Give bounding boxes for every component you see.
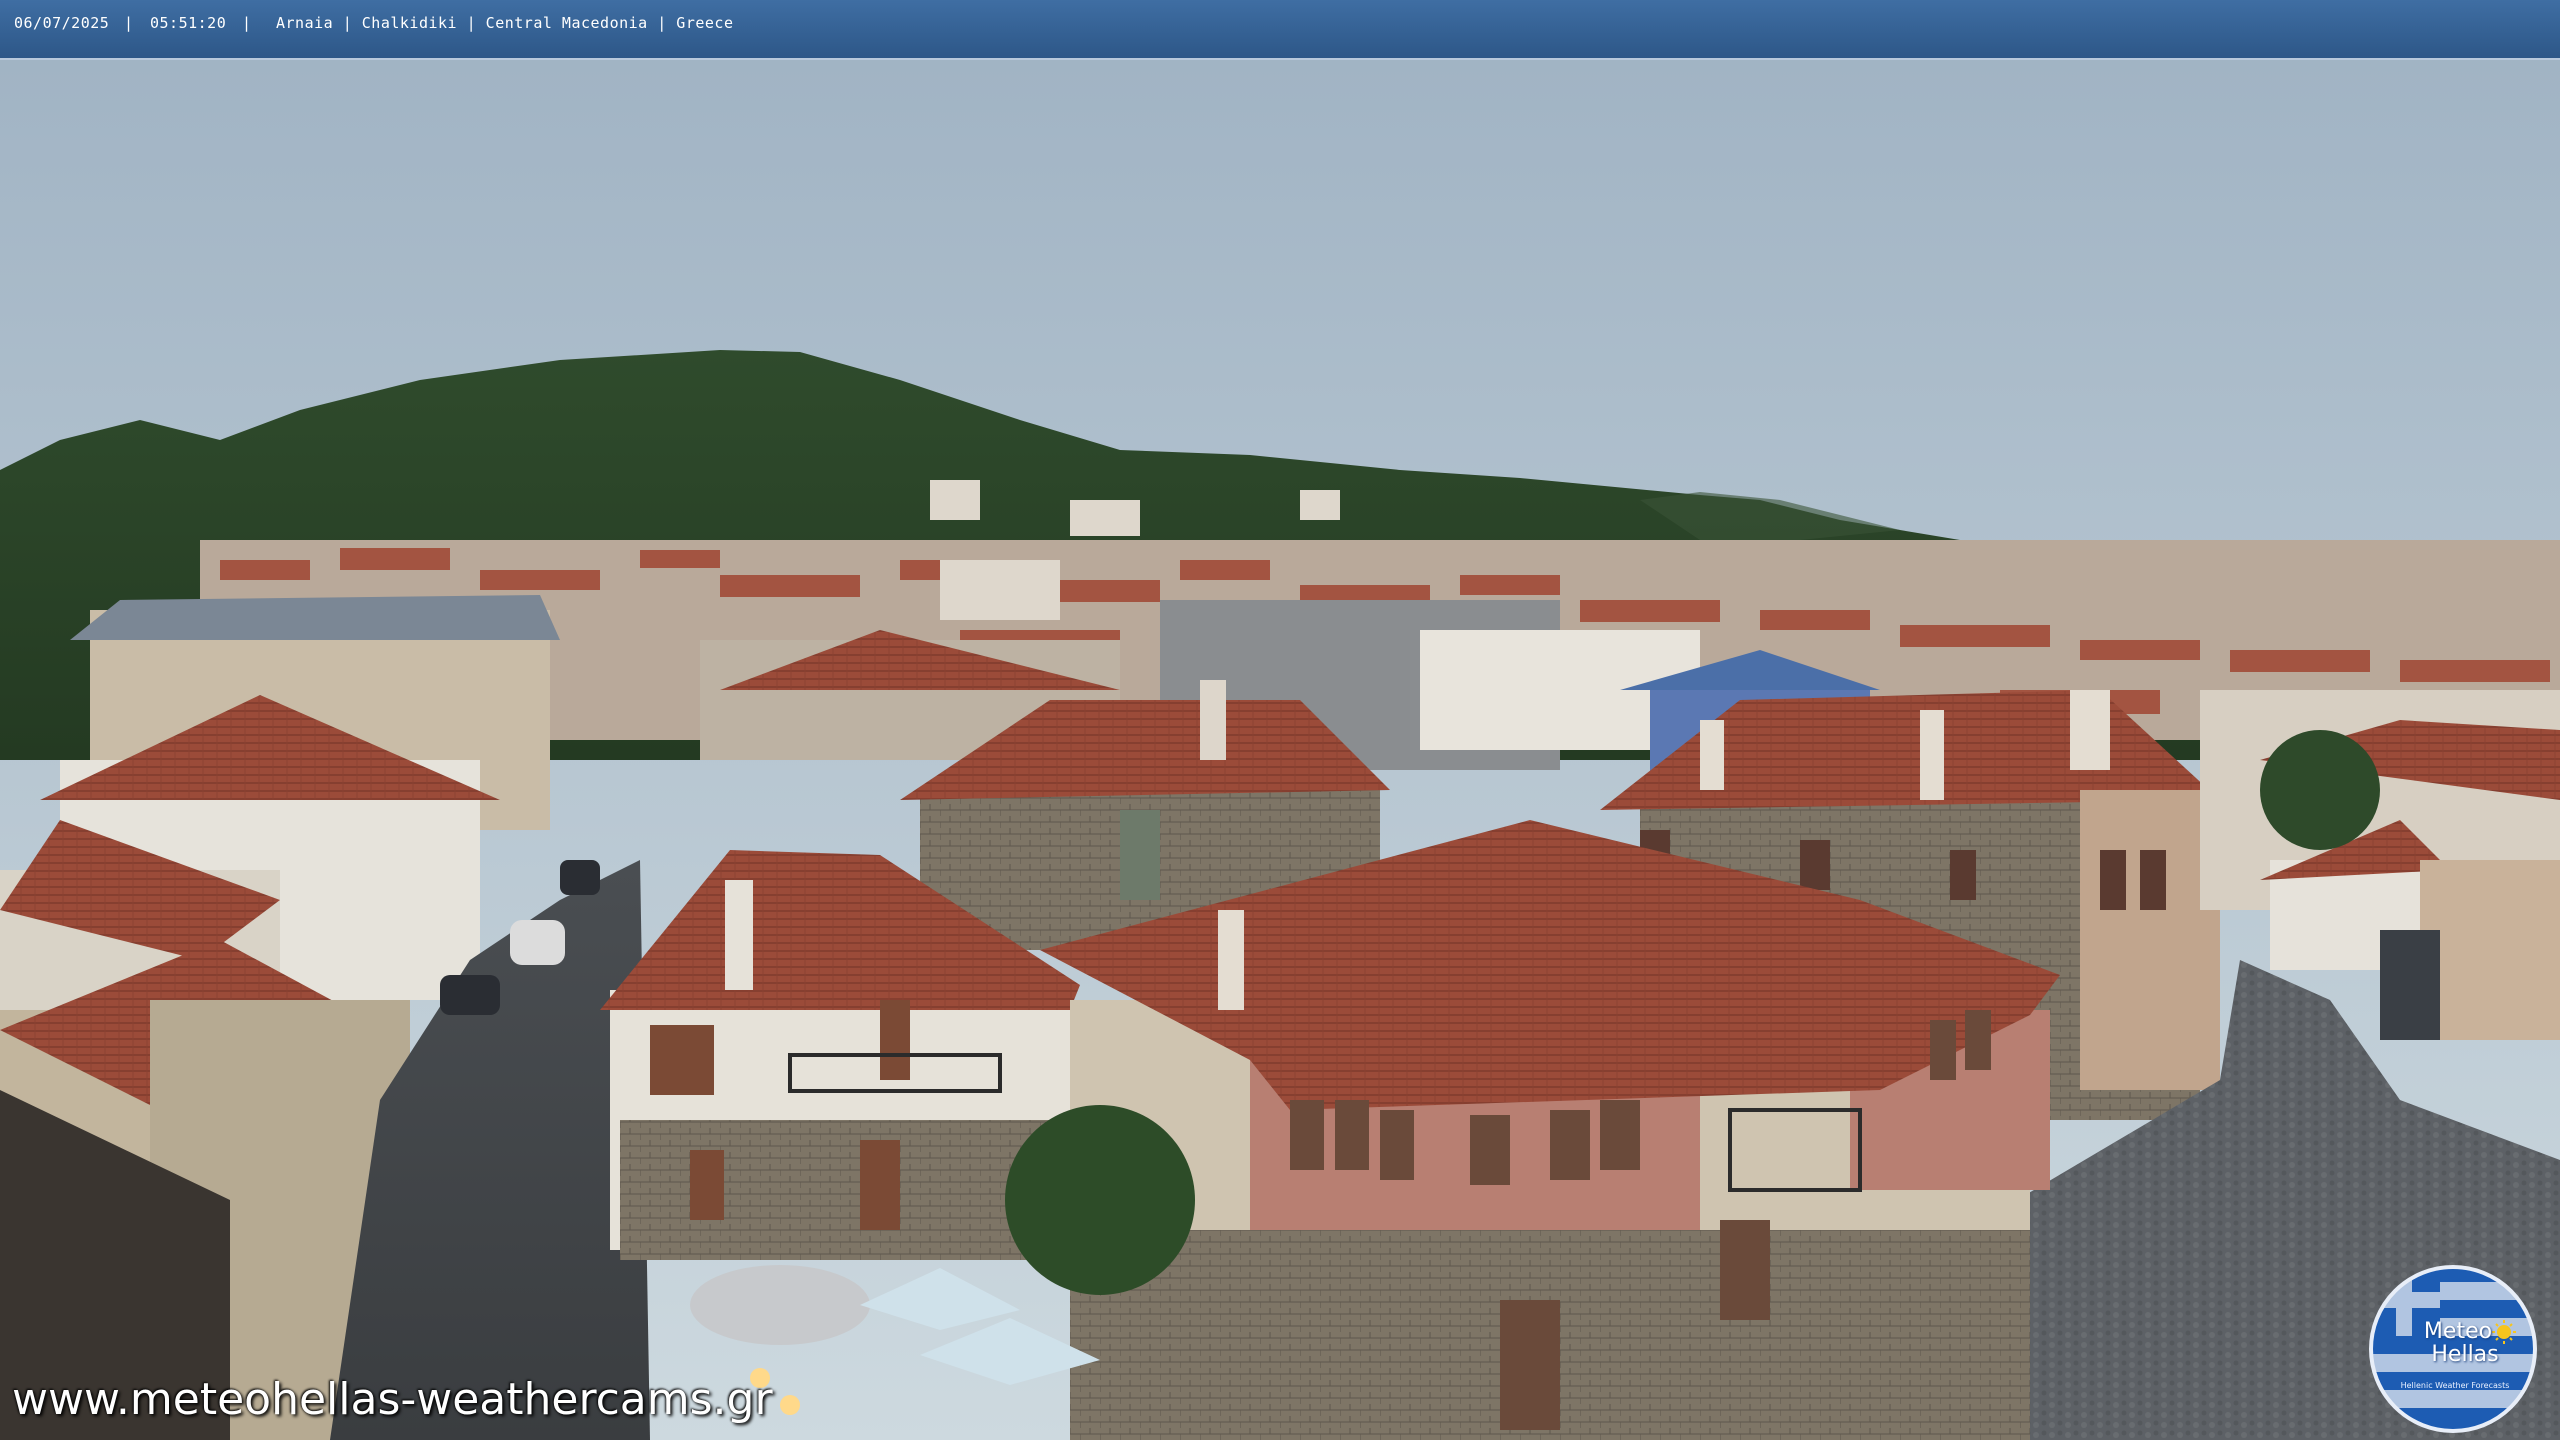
logo-line-2: Hellas [2431, 1342, 2499, 1367]
location-text: Arnaia | Chalkidiki | Central Macedonia … [276, 14, 734, 32]
bar-separator: | [124, 14, 134, 32]
tree [1005, 1105, 1195, 1295]
parked-car [510, 920, 565, 965]
bar-separator: | [242, 14, 252, 32]
logo-tagline: Hellenic Weather Forecasts [2400, 1381, 2510, 1390]
time-stamp: 05:51:20 [150, 14, 227, 32]
date-stamp: 06/07/2025 [14, 14, 110, 32]
parked-car [560, 860, 600, 895]
logo-wordmark: Meteo Hellas [2383, 1320, 2533, 1366]
watermark-url: www.meteohellas-weathercams.gr [12, 1374, 773, 1425]
parked-car [440, 975, 500, 1015]
parked-car [690, 1265, 870, 1345]
webcam-scene [0, 0, 2560, 1440]
info-bar: 06/07/2025 | 05:51:20 | Arnaia | Chalkid… [0, 0, 2560, 60]
logo-line-1: Meteo [2423, 1319, 2493, 1344]
